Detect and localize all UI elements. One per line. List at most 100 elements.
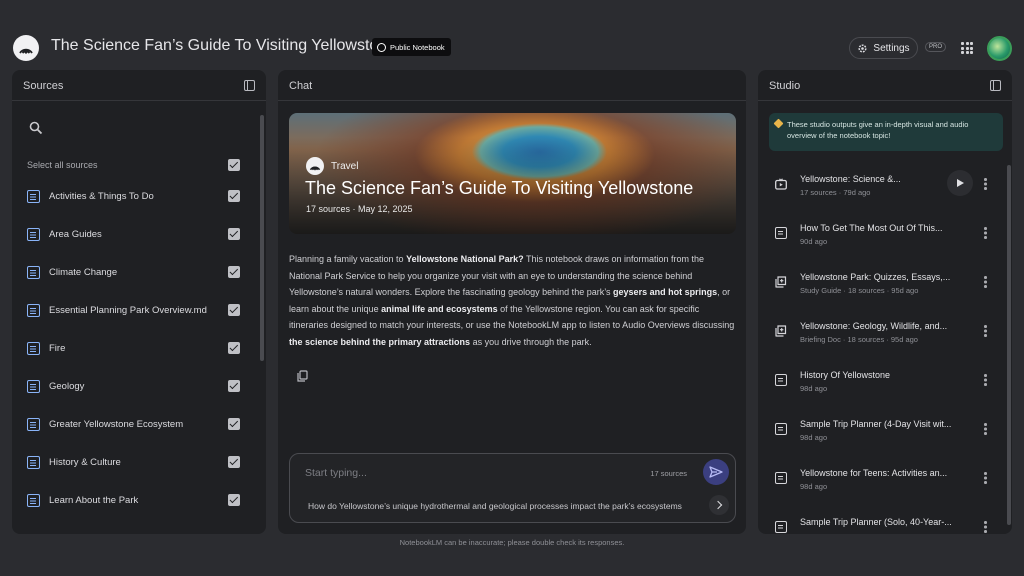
studio-item-meta: 98d ago xyxy=(800,433,828,442)
studio-item[interactable]: Sample Trip Planner (Solo, 40-Year-... xyxy=(758,511,1002,534)
notebook-title[interactable]: The Science Fan’s Guide To Visiting Yell… xyxy=(51,37,396,55)
source-label: Activities & Things To Do xyxy=(49,191,154,202)
public-notebook-label: Public Notebook xyxy=(390,42,445,52)
source-label: History & Culture xyxy=(49,457,121,468)
source-label: Essential Planning Park Overview.md xyxy=(49,305,207,316)
studio-item[interactable]: Yellowstone Park: Quizzes, Essays,... St… xyxy=(758,266,1002,310)
play-icon[interactable] xyxy=(947,170,973,196)
source-checkbox[interactable] xyxy=(228,494,240,506)
studio-item-meta: Briefing Doc · 18 sources · 95d ago xyxy=(800,335,918,344)
studio-item-title: Yellowstone for Teens: Activities an... xyxy=(800,468,948,478)
study-guide-icon xyxy=(775,276,787,288)
source-label: Geology xyxy=(49,381,85,392)
studio-note-text: These studio outputs give an in-depth vi… xyxy=(787,120,969,140)
notebooklm-logo-icon xyxy=(306,157,324,175)
studio-item-title: Yellowstone: Geology, Wildlife, and... xyxy=(800,321,948,331)
source-checkbox[interactable] xyxy=(228,190,240,202)
avatar[interactable] xyxy=(987,36,1012,61)
source-checkbox[interactable] xyxy=(228,418,240,430)
collapse-panel-icon[interactable] xyxy=(244,80,255,91)
sources-header: Sources xyxy=(12,70,266,101)
source-item[interactable]: Greater Yellowstone Ecosystem xyxy=(12,415,252,435)
note-icon xyxy=(775,423,787,435)
sparkle-icon xyxy=(773,118,784,129)
source-item[interactable]: History & Culture xyxy=(12,453,252,473)
studio-item-meta: 98d ago xyxy=(800,482,828,491)
note-icon xyxy=(775,374,787,386)
notebook-hero-banner: Travel The Science Fan’s Guide To Visiti… xyxy=(289,113,736,234)
more-vert-icon[interactable] xyxy=(984,521,987,534)
source-item[interactable]: Geology xyxy=(12,377,252,397)
hero-meta: 17 sources · May 12, 2025 xyxy=(306,204,413,214)
studio-item-meta: Study Guide · 18 sources · 95d ago xyxy=(800,286,919,295)
source-item[interactable]: Fire xyxy=(12,339,252,359)
note-icon xyxy=(775,521,787,533)
more-vert-icon[interactable] xyxy=(984,276,987,289)
document-icon xyxy=(27,380,40,393)
studio-item[interactable]: Yellowstone: Science &... 17 sources · 7… xyxy=(758,168,1002,212)
source-item[interactable]: Climate Change xyxy=(12,263,252,283)
source-checkbox[interactable] xyxy=(228,228,240,240)
studio-item[interactable]: Yellowstone: Geology, Wildlife, and... B… xyxy=(758,315,1002,359)
document-icon xyxy=(27,190,40,203)
chat-panel: Chat Travel The Science Fan’s Guide To V… xyxy=(278,70,746,534)
chevron-right-icon[interactable] xyxy=(709,495,729,515)
note-icon xyxy=(775,472,787,484)
send-button[interactable] xyxy=(703,459,729,485)
more-vert-icon[interactable] xyxy=(984,472,987,485)
studio-scrollbar[interactable] xyxy=(1007,165,1011,525)
source-checkbox[interactable] xyxy=(228,266,240,278)
studio-item-meta: 98d ago xyxy=(800,384,828,393)
studio-item[interactable]: History Of Yellowstone 98d ago xyxy=(758,364,1002,408)
studio-item[interactable]: Yellowstone for Teens: Activities an... … xyxy=(758,462,1002,506)
more-vert-icon[interactable] xyxy=(984,374,987,387)
source-item[interactable]: Learn About the Park xyxy=(12,491,252,511)
notebooklm-logo-icon[interactable] xyxy=(13,35,39,61)
apps-grid-icon[interactable] xyxy=(961,42,973,54)
document-icon xyxy=(27,228,40,241)
sources-panel: Sources Select all sources Activities & … xyxy=(12,70,266,534)
copy-icon[interactable] xyxy=(297,370,308,382)
app-header: The Science Fan’s Guide To Visiting Yell… xyxy=(0,0,1024,70)
more-vert-icon[interactable] xyxy=(984,423,987,436)
send-icon xyxy=(709,466,723,478)
studio-item-title: Sample Trip Planner (Solo, 40-Year-... xyxy=(800,517,952,527)
document-icon xyxy=(27,456,40,469)
pro-badge: PRO xyxy=(925,42,947,52)
more-vert-icon[interactable] xyxy=(984,325,987,338)
collapse-panel-icon[interactable] xyxy=(990,80,1001,91)
source-label: Climate Change xyxy=(49,267,118,278)
suggested-question[interactable]: How do Yellowstone’s unique hydrothermal… xyxy=(308,501,706,511)
source-item[interactable]: Essential Planning Park Overview.md xyxy=(12,301,252,321)
document-icon xyxy=(27,418,40,431)
source-label: Learn About the Park xyxy=(49,495,139,506)
source-checkbox[interactable] xyxy=(228,456,240,468)
source-checkbox[interactable] xyxy=(228,342,240,354)
document-icon xyxy=(27,342,40,355)
globe-icon xyxy=(377,42,386,52)
studio-item-title: Sample Trip Planner (4-Day Visit wit... xyxy=(800,419,952,429)
more-vert-icon[interactable] xyxy=(984,178,987,191)
studio-item-title: History Of Yellowstone xyxy=(800,370,891,380)
hero-title: The Science Fan’s Guide To Visiting Yell… xyxy=(305,178,694,198)
gear-icon xyxy=(858,43,867,53)
source-label: Greater Yellowstone Ecosystem xyxy=(49,419,184,430)
more-vert-icon[interactable] xyxy=(984,227,987,240)
studio-item[interactable]: How To Get The Most Out Of This... 90d a… xyxy=(758,217,1002,261)
studio-item-meta: 17 sources · 79d ago xyxy=(800,188,871,197)
source-checkbox[interactable] xyxy=(228,304,240,316)
search-icon[interactable] xyxy=(29,121,43,135)
studio-item[interactable]: Sample Trip Planner (4-Day Visit wit... … xyxy=(758,413,1002,457)
source-checkbox[interactable] xyxy=(228,380,240,392)
chat-input-placeholder: Start typing... xyxy=(305,467,367,479)
chat-input[interactable]: Start typing... 17 sources How do Yellow… xyxy=(289,453,736,523)
sources-scrollbar[interactable] xyxy=(260,115,264,361)
audio-overview-icon xyxy=(775,178,787,190)
settings-button[interactable]: Settings xyxy=(849,37,918,59)
source-item[interactable]: Activities & Things To Do xyxy=(12,187,252,207)
select-all-checkbox[interactable] xyxy=(228,159,240,171)
source-item[interactable]: Area Guides xyxy=(12,225,252,245)
studio-item-title: How To Get The Most Out Of This... xyxy=(800,223,943,233)
document-icon xyxy=(27,266,40,279)
sources-title: Sources xyxy=(23,80,64,92)
